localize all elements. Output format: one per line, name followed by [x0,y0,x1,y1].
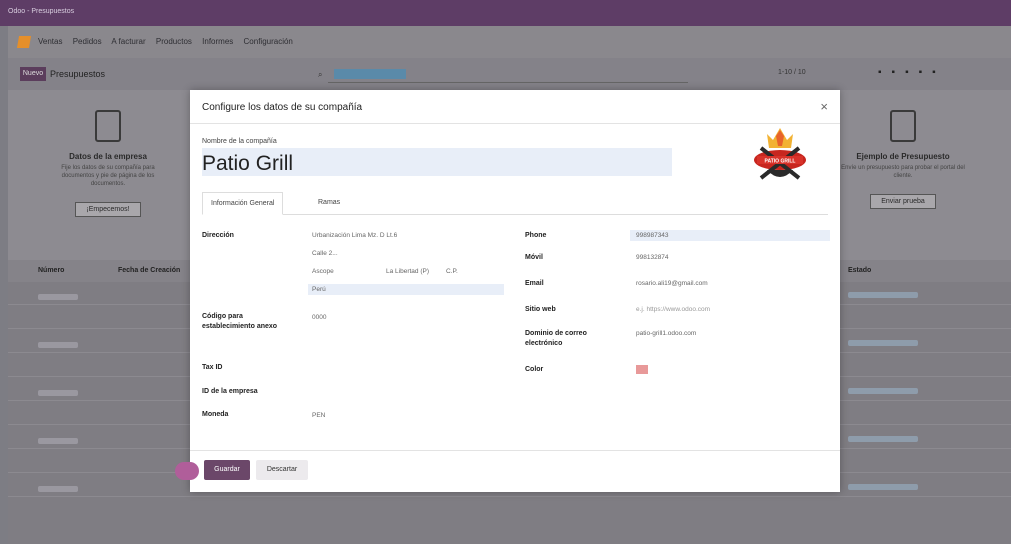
column-header-number[interactable]: Número [38,267,64,274]
currency-select[interactable]: PEN [312,412,325,419]
app-navbar: Ventas Pedidos A facturar Productos Info… [8,26,1011,58]
state-select[interactable]: La Libertad (P) [386,268,429,275]
step-title: Datos de la empresa [69,152,147,161]
click-indicator [175,462,199,480]
table-row[interactable] [8,496,1011,497]
logo-text: PATIO GRILL [765,159,796,165]
main-menu: Ventas Pedidos A facturar Productos Info… [38,37,301,46]
footer-divider [190,450,840,451]
email-domain-input[interactable]: patio-grill1.odoo.com [636,330,696,337]
document-icon [95,110,121,142]
menu-item-informes[interactable]: Informes [202,37,233,46]
phone-label: Phone [525,232,547,239]
onboarding-step-company: Datos de la empresa Fije los datos de su… [48,110,168,217]
start-button[interactable]: ¡Empecemos! [75,202,141,217]
phone-value: 998987343 [636,232,669,239]
company-id-label: ID de la empresa [202,388,258,395]
company-name-label: Nombre de la compañía [202,138,277,145]
view-switcher[interactable]: ▪▪▪▪▪ [878,67,946,78]
onboarding-step-quote: Ejemplo de Presupuesto Envíe un presupue… [833,110,973,209]
color-label: Color [525,366,544,373]
email-label: Email [525,280,544,287]
step-description: Fije los datos de su compañía para docum… [61,165,155,187]
email-domain-label: Dominio de correo electrónico [525,330,587,347]
step-title: Ejemplo de Presupuesto [856,152,950,161]
row-placeholder [38,342,78,348]
dialog-tabs: Información General Ramas [202,192,828,215]
menu-item-productos[interactable]: Productos [156,37,192,46]
column-header-status[interactable]: Estado [848,267,871,274]
save-button[interactable]: Guardar [204,460,250,480]
currency-label: Moneda [202,411,229,418]
search-icon: ⌕ [318,70,323,79]
tab-branches[interactable]: Ramas [310,192,348,213]
search-input[interactable]: ⌕ [318,66,688,83]
dialog-divider [190,123,840,124]
website-input[interactable]: e.j. https://www.odoo.com [636,306,710,313]
close-icon[interactable]: × [820,99,828,114]
country-value: Perú [312,286,326,293]
new-button[interactable]: Nuevo [20,67,46,81]
establishment-code-label: Código para establecimiento anexo [202,313,278,330]
send-test-button[interactable]: Enviar prueba [870,194,936,209]
city-input[interactable]: Ascope [312,268,334,275]
mobile-label: Móvil [525,254,543,261]
establishment-code-input[interactable]: 0000 [312,314,326,321]
column-header-date[interactable]: Fecha de Creación [118,267,180,274]
row-placeholder [848,340,918,346]
street2-input[interactable]: Calle 2... [312,250,338,257]
row-placeholder [38,294,78,300]
menu-item-facturar[interactable]: A facturar [111,37,145,46]
step-description: Envíe un presupuesto para probar el port… [841,165,965,179]
row-placeholder [38,390,78,396]
country-select[interactable] [308,284,504,295]
row-placeholder [848,436,918,442]
tax-id-label: Tax ID [202,364,223,371]
menu-item-ventas[interactable]: Ventas [38,37,62,46]
address-label: Dirección [202,232,234,239]
website-label: Sitio web [525,306,556,313]
company-logo[interactable]: PATIO GRILL [747,126,813,186]
dialog-title: Configure los datos de su compañía [202,102,363,113]
menu-item-configuracion[interactable]: Configuración [244,37,293,46]
row-placeholder [848,388,918,394]
control-panel: Nuevo Presupuestos ⌕ 1-10 / 10 ▪▪▪▪▪ [8,58,1011,90]
company-name-value[interactable]: Patio Grill [202,152,293,176]
row-placeholder [38,486,78,492]
zip-input[interactable]: C.P. [446,268,458,275]
tab-general-info[interactable]: Información General [202,192,284,215]
discard-button[interactable]: Descartar [256,460,308,480]
search-filter-tag[interactable] [334,69,406,79]
street-input[interactable]: Urbanización Lima Mz. D Lt.6 [312,232,397,239]
row-placeholder [848,292,918,298]
email-input[interactable]: rosario.ali19@gmail.com [636,280,708,287]
pager: 1-10 / 10 [778,69,806,76]
mobile-input[interactable]: 998132874 [636,254,669,261]
document-icon [890,110,916,142]
menu-item-pedidos[interactable]: Pedidos [73,37,102,46]
company-settings-dialog: Configure los datos de su compañía × Nom… [190,90,840,492]
window-title: Odoo - Presupuestos [8,8,75,15]
row-placeholder [38,438,78,444]
color-picker[interactable] [636,365,648,374]
row-placeholder [848,484,918,490]
page-title: Presupuestos [50,69,106,79]
window-titlebar: Odoo - Presupuestos [0,0,1011,26]
app-logo-icon[interactable] [16,36,32,48]
